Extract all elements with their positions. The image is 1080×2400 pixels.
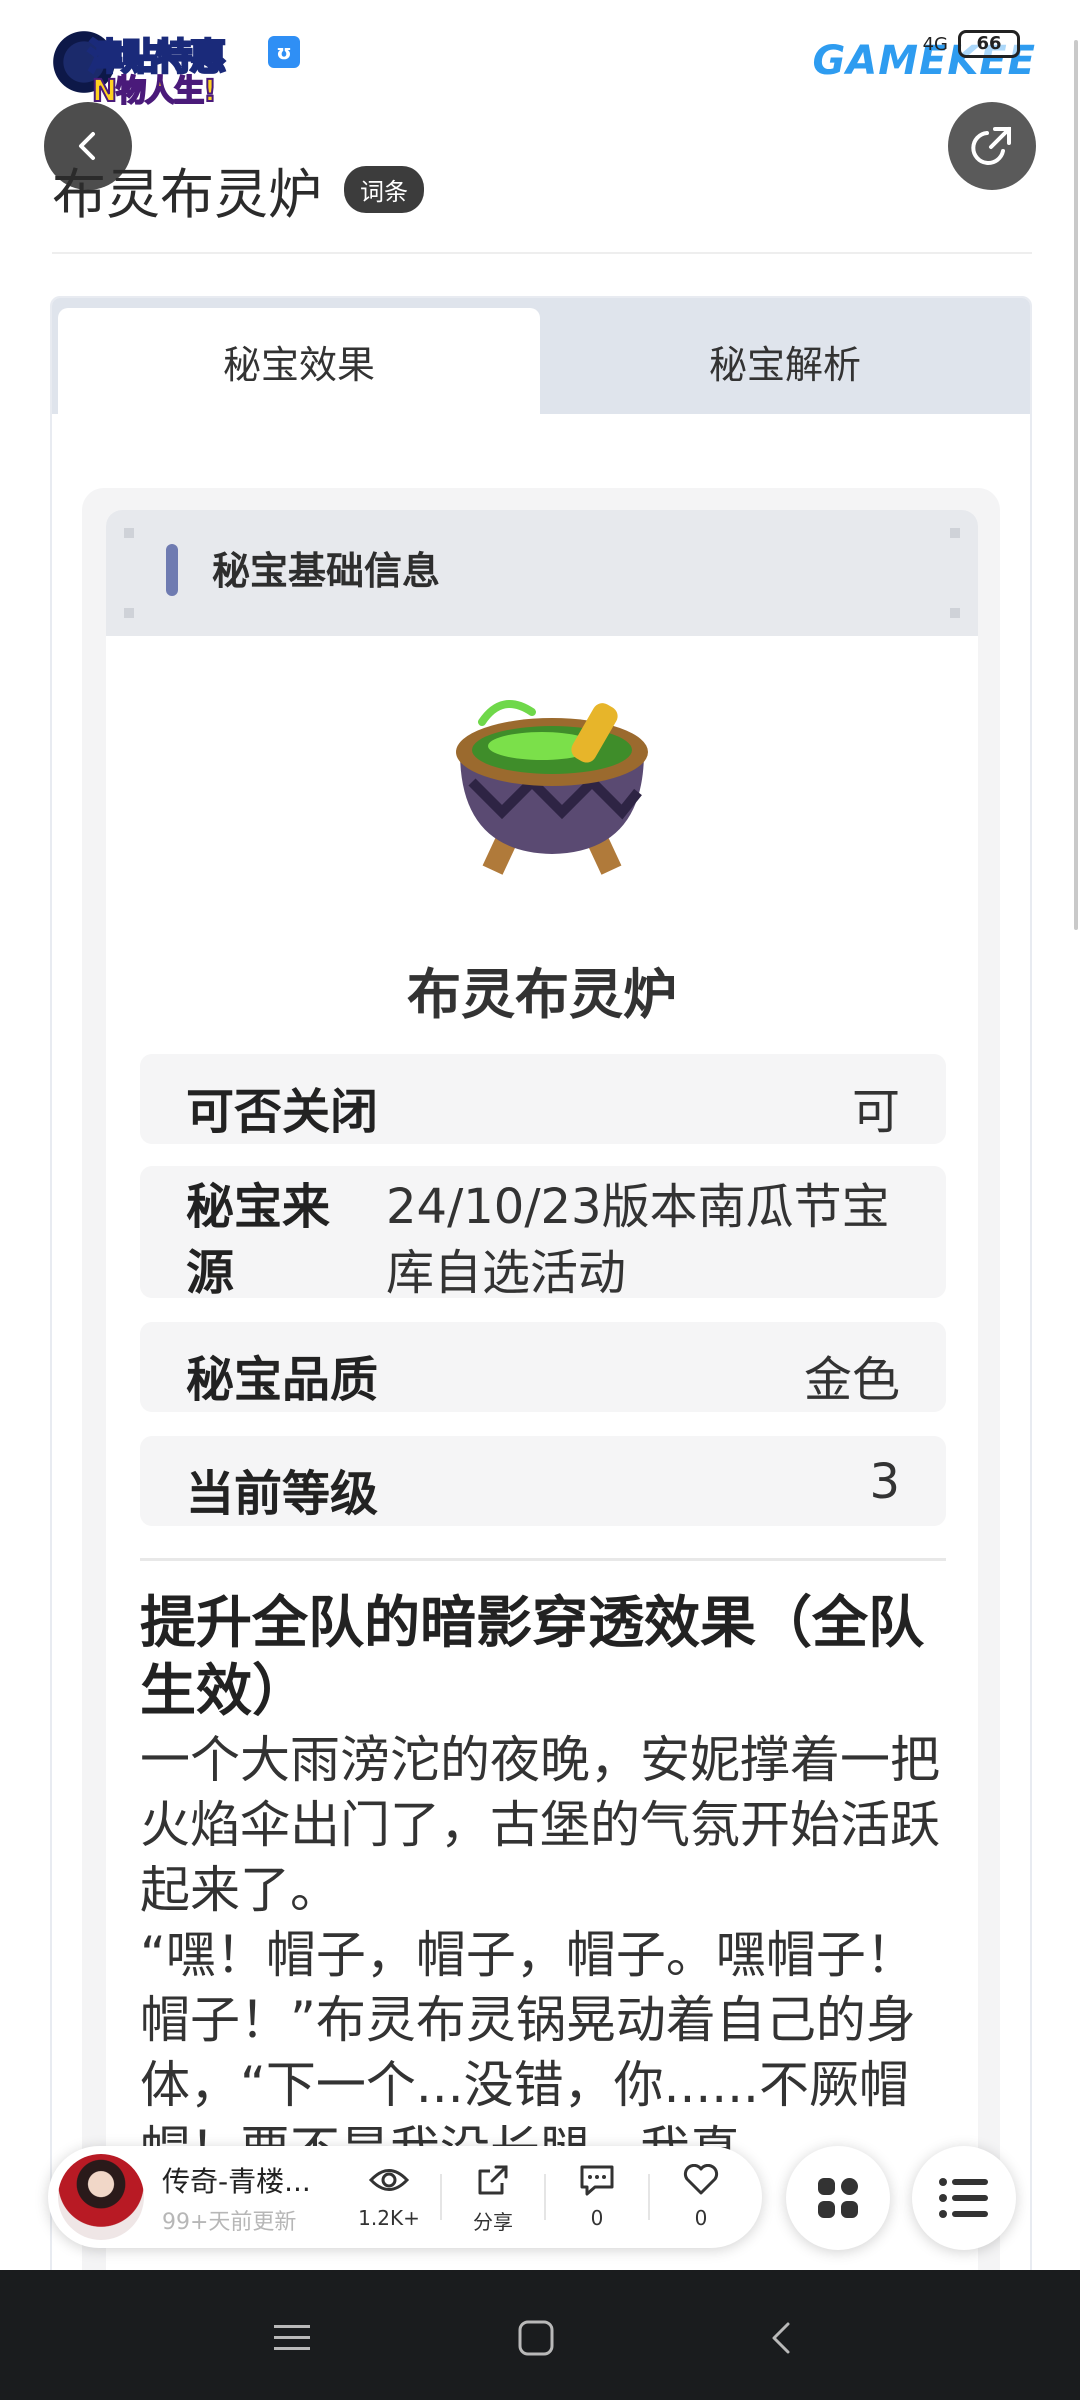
- views-count: 1.2K+: [358, 2206, 420, 2230]
- info-key: 秘宝品质: [186, 1352, 379, 1408]
- info-row: 秘宝来源 24/10/23版本南瓜节宝库自选活动: [140, 1166, 946, 1301]
- info-row: 可否关闭 可: [140, 1054, 946, 1144]
- status-bar: 4G 66: [923, 30, 1020, 58]
- corner-dot: [124, 608, 134, 618]
- info-value: 可: [851, 1084, 900, 1140]
- separator: [440, 2174, 442, 2220]
- section-body: 秘宝基础信息 布灵布灵炉 可否关闭 可 秘宝来源 24/10/23版本南瓜节宝库…: [106, 510, 978, 2400]
- share-icon: [971, 127, 1011, 165]
- info-row: 秘宝品质 金色: [140, 1322, 946, 1412]
- page-title: 布灵布灵炉: [52, 163, 322, 226]
- home-button[interactable]: [506, 2308, 566, 2368]
- info-row: 当前等级 3: [140, 1436, 946, 1526]
- author-bar[interactable]: 传奇-青楼... 99+天前更新 1.2K+ 分享 0 0: [48, 2146, 762, 2248]
- share-button[interactable]: [948, 102, 1036, 190]
- comment-icon: [580, 2165, 614, 2196]
- heart-icon: [683, 2164, 719, 2195]
- share-icon: [478, 2165, 508, 2195]
- effect-title: 提升全队的暗影穿透效果（全队生效）: [140, 1591, 924, 1724]
- info-value: 金色: [803, 1352, 900, 1408]
- recent-apps-button[interactable]: [262, 2308, 322, 2368]
- apps-grid-icon: [818, 2178, 858, 2218]
- tab-analysis[interactable]: 秘宝解析: [540, 308, 1030, 414]
- corner-dot: [950, 528, 960, 538]
- content-card: 秘宝效果 秘宝解析 秘宝基础信息 布灵布灵炉 可否关闭 可 秘宝来源 24/10…: [50, 296, 1032, 2400]
- item-name: 布灵布灵炉: [407, 963, 677, 1026]
- separator: [648, 2174, 650, 2220]
- info-value: 24/10/23版本南瓜节宝库自选活动: [386, 1179, 890, 1301]
- views-stat[interactable]: 1.2K+: [354, 2158, 424, 2230]
- system-nav-bar: [0, 2270, 1080, 2400]
- info-value: 3: [869, 1454, 900, 1510]
- entry-tag: 词条: [344, 166, 424, 213]
- share-stat[interactable]: 分享: [458, 2158, 528, 2235]
- share-label: 分享: [473, 2210, 513, 2234]
- chevron-left-icon: [772, 2322, 790, 2354]
- comments-count: 0: [590, 2206, 604, 2230]
- corner-dot: [950, 608, 960, 618]
- likes-stat[interactable]: 0: [666, 2158, 736, 2230]
- tab-bar: 秘宝效果 秘宝解析: [52, 298, 1030, 414]
- update-time: 99+天前更新: [162, 2210, 297, 2235]
- notification-badge-icon: ʊ: [268, 36, 300, 68]
- separator: [544, 2174, 546, 2220]
- logo-text-2: N物人生!: [91, 73, 218, 110]
- battery-indicator: 66: [958, 30, 1020, 58]
- section-title: 秘宝基础信息: [212, 549, 441, 593]
- cauldron-icon: [456, 700, 648, 875]
- divider: [140, 1558, 946, 1561]
- corner-dot: [124, 528, 134, 538]
- table-of-contents-button[interactable]: [912, 2146, 1016, 2250]
- home-square-icon: [518, 2320, 554, 2356]
- section-header: 秘宝基础信息: [106, 510, 978, 636]
- section-accent-bar: [166, 544, 178, 596]
- comments-stat[interactable]: 0: [562, 2158, 632, 2230]
- author-name[interactable]: 传奇-青楼...: [162, 2160, 311, 2200]
- list-icon: [939, 2178, 988, 2218]
- likes-count: 0: [694, 2206, 708, 2230]
- title-row: 布灵布灵炉 词条: [52, 150, 424, 229]
- item-description: 一个大雨滂沱的夜晚，安妮撑着一把火焰伞出门了，古堡的气氛开始活跃起来了。 “嘿！…: [140, 1731, 940, 2179]
- eye-icon: [369, 2169, 409, 2191]
- menu-icon: [274, 2325, 310, 2350]
- network-label: 4G: [922, 33, 948, 55]
- system-back-button[interactable]: [752, 2308, 812, 2368]
- title-divider: [52, 252, 1032, 254]
- info-key: 可否关闭: [186, 1084, 379, 1140]
- apps-button[interactable]: [786, 2146, 890, 2250]
- scrollbar-thumb[interactable]: [1074, 40, 1078, 930]
- basic-info-section: 秘宝基础信息 布灵布灵炉 可否关闭 可 秘宝来源 24/10/23版本南瓜节宝库…: [82, 488, 1000, 2400]
- tab-effect[interactable]: 秘宝效果: [58, 308, 540, 414]
- site-logo: 津贴特惠 N物人生!: [48, 22, 244, 110]
- avatar[interactable]: [58, 2154, 144, 2240]
- info-key: 当前等级: [186, 1466, 379, 1522]
- info-key: 秘宝来源: [186, 1179, 331, 1301]
